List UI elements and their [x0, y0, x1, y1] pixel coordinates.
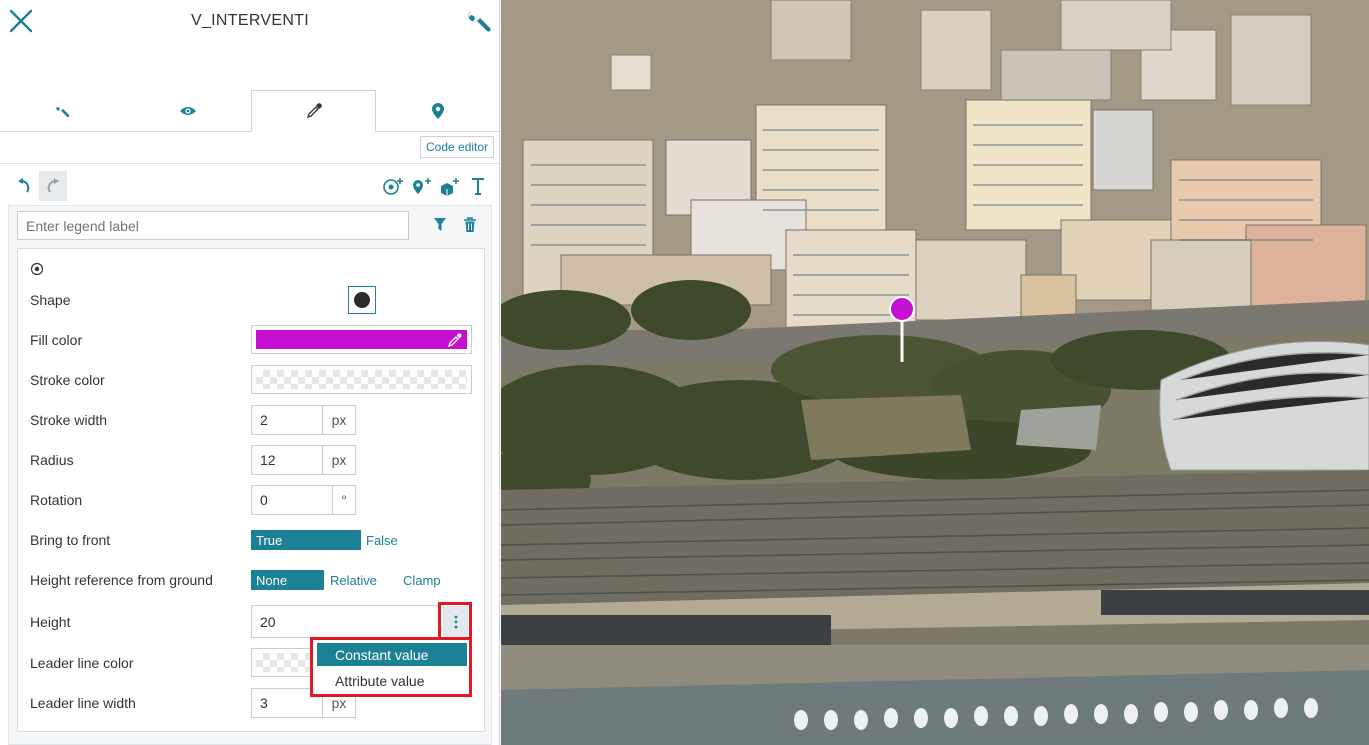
tab-bar	[0, 90, 499, 132]
leader-line-width-label: Leader line width	[30, 695, 136, 711]
stroke-width-label: Stroke width	[30, 412, 108, 428]
height-label: Height	[30, 614, 71, 630]
add-text-style-button[interactable]	[465, 171, 491, 201]
wrench-icon[interactable]	[466, 7, 494, 35]
tab-location[interactable]	[376, 90, 499, 132]
highlight-box	[438, 602, 472, 642]
eye-icon	[179, 107, 196, 115]
radius-unit: px	[322, 445, 356, 475]
menu-item-constant-value[interactable]: Constant value	[317, 643, 467, 666]
height-reference-clamp-option[interactable]: Clamp	[403, 570, 453, 590]
height-reference-relative-option[interactable]: Relative	[330, 570, 390, 590]
code-editor-button[interactable]: Code editor	[420, 136, 495, 158]
tab-visibility[interactable]	[125, 90, 250, 132]
map-marker-icon	[432, 103, 444, 119]
add-marker-icon	[413, 178, 431, 194]
height-reference-none-option[interactable]: None	[251, 570, 324, 590]
fill-color-label: Fill color	[30, 332, 83, 348]
height-value-type-menu: Constant value Attribute value	[310, 637, 472, 697]
trash-icon	[464, 217, 476, 232]
rotation-label: Rotation	[30, 492, 83, 508]
color-picker-icon	[306, 103, 322, 119]
add-marker-style-button[interactable]	[409, 171, 433, 201]
tab-style[interactable]	[251, 90, 376, 132]
rotation-unit: °	[332, 485, 356, 515]
bring-to-front-true-option[interactable]: True	[251, 530, 361, 550]
legend-label-input[interactable]	[17, 211, 409, 240]
delete-rule-button[interactable]	[461, 214, 479, 236]
stroke-width-input[interactable]: 2	[251, 405, 323, 435]
add-circle-style-button[interactable]	[381, 171, 405, 201]
rotation-input[interactable]: 0	[251, 485, 333, 515]
3d-city-scene	[501, 0, 1369, 745]
stroke-width-unit: px	[322, 405, 356, 435]
filter-icon	[434, 218, 446, 231]
radius-label: Radius	[30, 452, 74, 468]
style-editor-panel: V_INTERVENTI Code editor Enter legend la…	[0, 0, 500, 745]
fill-color-picker[interactable]	[251, 325, 472, 354]
undo-icon	[18, 178, 30, 193]
panel-header: V_INTERVENTI	[0, 0, 499, 90]
transparent-color-swatch	[256, 370, 467, 389]
3d-map-viewport[interactable]	[501, 0, 1369, 745]
bring-to-front-false-option[interactable]: False	[366, 530, 416, 550]
redo-button[interactable]	[39, 171, 67, 201]
leader-line-color-label: Leader line color	[30, 655, 134, 671]
point-style-radio-icon[interactable]	[30, 262, 44, 276]
add-circle-icon	[383, 178, 403, 195]
height-input[interactable]: 20	[251, 605, 441, 638]
stroke-color-label: Stroke color	[30, 372, 105, 388]
stroke-color-picker[interactable]	[251, 365, 472, 394]
bring-to-front-label: Bring to front	[30, 532, 111, 548]
shape-label: Shape	[30, 292, 71, 308]
wrench-icon	[55, 104, 69, 117]
style-toolbar	[0, 171, 499, 201]
radius-input[interactable]: 12	[251, 445, 323, 475]
menu-item-attribute-value[interactable]: Attribute value	[317, 669, 467, 692]
shape-selector[interactable]	[348, 286, 376, 314]
circle-shape-icon	[354, 292, 370, 308]
height-reference-label: Height reference from ground	[30, 572, 213, 588]
eyedropper-icon	[448, 333, 462, 347]
undo-button[interactable]	[12, 171, 36, 201]
add-model-icon	[441, 178, 459, 196]
filter-button[interactable]	[430, 214, 450, 236]
redo-icon	[47, 178, 59, 193]
divider	[0, 163, 499, 164]
tab-general[interactable]	[0, 90, 125, 132]
add-model-style-button[interactable]	[437, 171, 461, 201]
layer-title: V_INTERVENTI	[191, 12, 309, 29]
fill-color-swatch	[256, 330, 467, 349]
add-text-icon	[472, 178, 484, 195]
